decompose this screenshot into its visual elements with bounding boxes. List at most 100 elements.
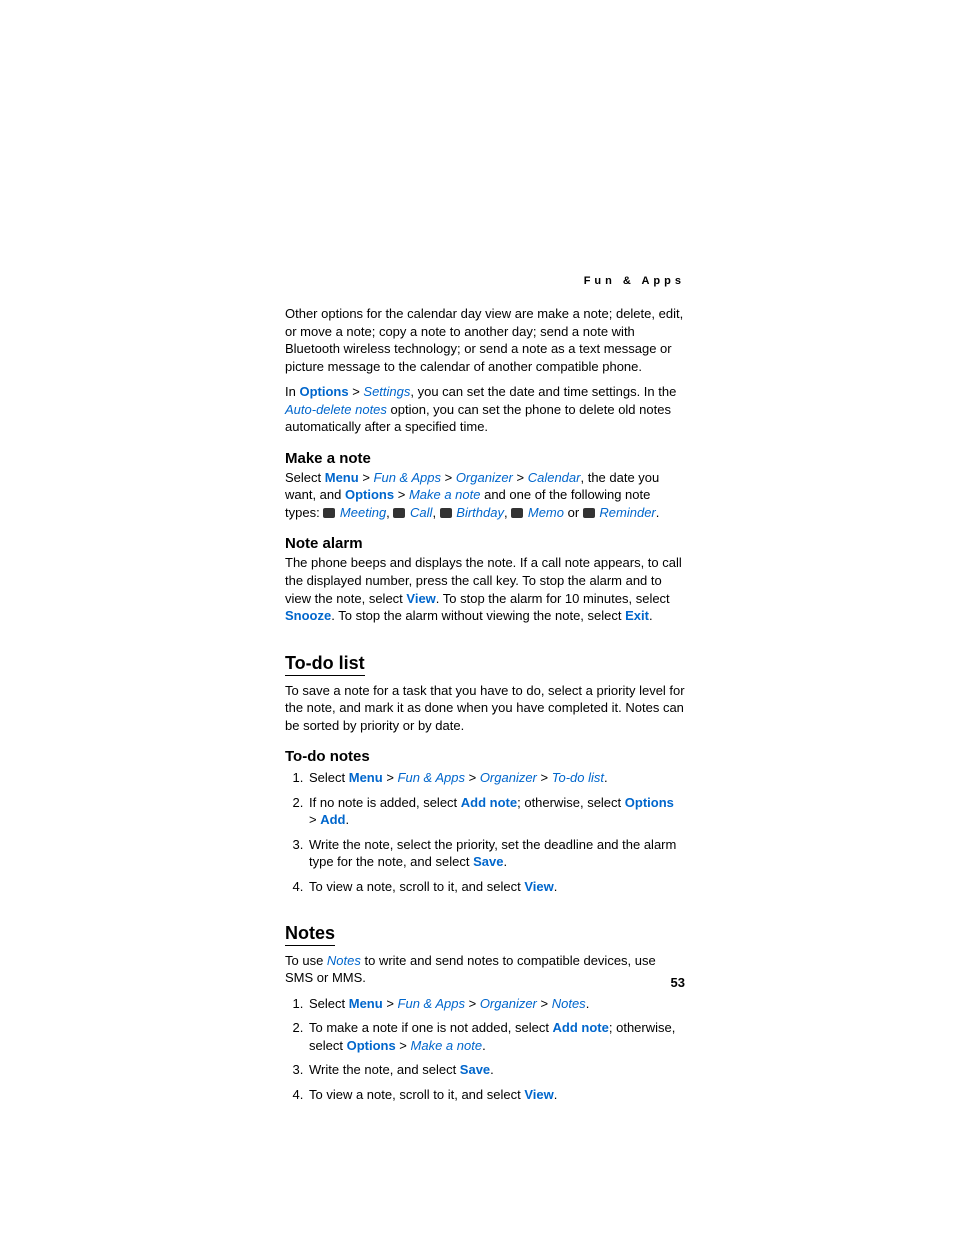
separator: >: [465, 996, 480, 1011]
separator: >: [349, 384, 364, 399]
text: .: [346, 812, 350, 827]
list-item: Select Menu > Fun & Apps > Organizer > T…: [307, 769, 685, 787]
separator: >: [359, 470, 374, 485]
notes-link[interactable]: Notes: [327, 953, 361, 968]
options-link[interactable]: Options: [299, 384, 348, 399]
text: .: [554, 879, 558, 894]
notes-heading: Notes: [285, 923, 335, 946]
settings-link[interactable]: Settings: [363, 384, 410, 399]
fun-apps-link[interactable]: Fun & Apps: [374, 470, 441, 485]
text: Select: [309, 770, 349, 785]
memo-icon: [511, 508, 523, 518]
call-link[interactable]: Call: [410, 505, 432, 520]
menu-link[interactable]: Menu: [325, 470, 359, 485]
to-do-notes-heading: To-do notes: [285, 748, 685, 765]
notes-paragraph: To use Notes to write and send notes to …: [285, 952, 685, 987]
intro-paragraph: Other options for the calendar day view …: [285, 305, 685, 375]
organizer-link[interactable]: Organizer: [456, 470, 513, 485]
text: To view a note, scroll to it, and select: [309, 1087, 524, 1102]
birthday-link[interactable]: Birthday: [456, 505, 504, 520]
list-item: Select Menu > Fun & Apps > Organizer > N…: [307, 995, 685, 1013]
list-item: Write the note, and select Save.: [307, 1061, 685, 1079]
text: .: [554, 1087, 558, 1102]
text: In: [285, 384, 299, 399]
separator: >: [537, 996, 552, 1011]
birthday-icon: [440, 508, 452, 518]
todo-paragraph: To save a note for a task that you have …: [285, 682, 685, 735]
text: ,: [432, 505, 439, 520]
notes-steps-list: Select Menu > Fun & Apps > Organizer > N…: [285, 995, 685, 1104]
separator: >: [513, 470, 528, 485]
text: .: [503, 854, 507, 869]
menu-link[interactable]: Menu: [349, 770, 383, 785]
meeting-link[interactable]: Meeting: [340, 505, 386, 520]
make-a-note-heading: Make a note: [285, 450, 685, 467]
view-link[interactable]: View: [524, 1087, 553, 1102]
notes-link[interactable]: Notes: [552, 996, 586, 1011]
save-link[interactable]: Save: [460, 1062, 490, 1077]
document-page: Fun & Apps Other options for the calenda…: [285, 275, 685, 1110]
text: Write the note, and select: [309, 1062, 460, 1077]
memo-link[interactable]: Memo: [528, 505, 564, 520]
list-item: Write the note, select the priority, set…: [307, 836, 685, 871]
auto-delete-link[interactable]: Auto-delete notes: [285, 402, 387, 417]
text: ; otherwise, select: [517, 795, 625, 810]
to-do-list-heading: To-do list: [285, 653, 365, 676]
exit-link[interactable]: Exit: [625, 608, 649, 623]
text: Select: [285, 470, 325, 485]
text: ,: [504, 505, 511, 520]
settings-paragraph: In Options > Settings, you can set the d…: [285, 383, 685, 436]
make-note-paragraph: Select Menu > Fun & Apps > Organizer > C…: [285, 469, 685, 522]
text: . To stop the alarm without viewing the …: [331, 608, 625, 623]
list-item: To view a note, scroll to it, and select…: [307, 878, 685, 896]
separator: >: [441, 470, 456, 485]
separator: >: [465, 770, 480, 785]
add-note-link[interactable]: Add note: [553, 1020, 609, 1035]
options-link[interactable]: Options: [347, 1038, 396, 1053]
text: .: [604, 770, 608, 785]
options-link[interactable]: Options: [345, 487, 394, 502]
separator: >: [383, 996, 398, 1011]
add-note-link[interactable]: Add note: [461, 795, 517, 810]
todo-list-link[interactable]: To-do list: [552, 770, 604, 785]
snooze-link[interactable]: Snooze: [285, 608, 331, 623]
separator: >: [537, 770, 552, 785]
text: If no note is added, select: [309, 795, 461, 810]
note-alarm-paragraph: The phone beeps and displays the note. I…: [285, 554, 685, 624]
reminder-icon: [583, 508, 595, 518]
make-note-link[interactable]: Make a note: [409, 487, 481, 502]
add-link[interactable]: Add: [320, 812, 345, 827]
menu-link[interactable]: Menu: [349, 996, 383, 1011]
note-alarm-heading: Note alarm: [285, 535, 685, 552]
text: .: [649, 608, 653, 623]
separator: >: [396, 1038, 411, 1053]
text: .: [656, 505, 660, 520]
page-header: Fun & Apps: [285, 275, 685, 287]
fun-apps-link[interactable]: Fun & Apps: [398, 996, 465, 1011]
organizer-link[interactable]: Organizer: [480, 996, 537, 1011]
text: .: [482, 1038, 486, 1053]
text: , you can set the date and time settings…: [410, 384, 676, 399]
separator: >: [309, 812, 320, 827]
text: .: [586, 996, 590, 1011]
list-item: To view a note, scroll to it, and select…: [307, 1086, 685, 1104]
text: To view a note, scroll to it, and select: [309, 879, 524, 894]
reminder-link[interactable]: Reminder: [599, 505, 655, 520]
list-item: If no note is added, select Add note; ot…: [307, 794, 685, 829]
page-number: 53: [671, 975, 685, 990]
save-link[interactable]: Save: [473, 854, 503, 869]
organizer-link[interactable]: Organizer: [480, 770, 537, 785]
make-note-link[interactable]: Make a note: [411, 1038, 483, 1053]
todo-steps-list: Select Menu > Fun & Apps > Organizer > T…: [285, 769, 685, 895]
call-icon: [393, 508, 405, 518]
fun-apps-link[interactable]: Fun & Apps: [398, 770, 465, 785]
calendar-link[interactable]: Calendar: [528, 470, 581, 485]
text: Select: [309, 996, 349, 1011]
text: To make a note if one is not added, sele…: [309, 1020, 553, 1035]
options-link[interactable]: Options: [625, 795, 674, 810]
meeting-icon: [323, 508, 335, 518]
view-link[interactable]: View: [406, 591, 435, 606]
view-link[interactable]: View: [524, 879, 553, 894]
separator: >: [383, 770, 398, 785]
text: . To stop the alarm for 10 minutes, sele…: [436, 591, 670, 606]
